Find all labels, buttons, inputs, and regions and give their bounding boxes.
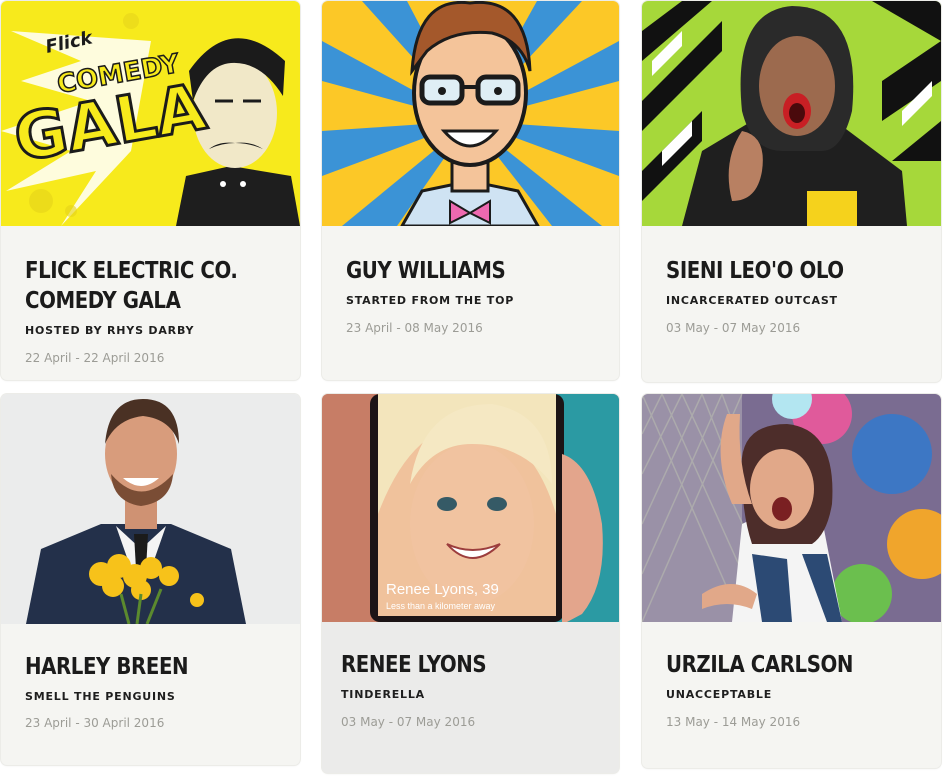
show-title: Flick Electric Co. Comedy Gala	[25, 256, 249, 316]
show-title-line-2: Comedy Gala	[25, 288, 181, 314]
show-info: Sieni Leo'o Olo Incarcerated Outcast 03 …	[666, 256, 927, 335]
show-dates: 22 April - 22 April 2016	[25, 351, 165, 365]
show-info: Urzila Carlson Unacceptable 13 May - 14 …	[666, 650, 927, 729]
show-subtitle: Tinderella	[341, 688, 425, 701]
show-dates: 03 May - 07 May 2016	[341, 715, 476, 729]
show-image-harley-breen	[1, 394, 300, 624]
show-dates: 13 May - 14 May 2016	[666, 715, 801, 729]
show-card-harley-breen[interactable]: Harley Breen Smell the Penguins 23 April…	[1, 394, 300, 765]
show-card-sieni-leoo-olo[interactable]: Sieni Leo'o Olo Incarcerated Outcast 03 …	[642, 1, 941, 382]
show-title-line-1: Flick Electric Co.	[25, 258, 238, 284]
show-info: Guy Williams Started from the top 23 Apr…	[346, 256, 605, 335]
show-card-urzila-carlson[interactable]: Urzila Carlson Unacceptable 13 May - 14 …	[642, 394, 941, 768]
show-subtitle: Incarcerated Outcast	[666, 294, 838, 307]
show-image-renee-lyons: Renee Lyons, 39 Less than a kilometer aw…	[322, 394, 619, 622]
show-subtitle: Smell the Penguins	[25, 690, 176, 703]
show-info: Renee Lyons Tinderella 03 May - 07 May 2…	[341, 650, 605, 729]
show-dates: 03 May - 07 May 2016	[666, 321, 801, 335]
show-info: Flick Electric Co. Comedy Gala Hosted by…	[25, 256, 286, 365]
show-title: Sieni Leo'o Olo	[666, 258, 844, 284]
phone-profile-distance: Less than a kilometer away	[386, 601, 496, 611]
show-title: Guy Williams	[346, 258, 506, 284]
show-image-guy-williams	[322, 1, 619, 226]
show-card-comedy-gala[interactable]: Flick COMEDY GALA Flick Electric Co. Com…	[1, 1, 300, 380]
show-dates: 23 April - 30 April 2016	[25, 716, 165, 730]
show-info: Harley Breen Smell the Penguins 23 April…	[25, 652, 286, 730]
show-subtitle: Hosted by Rhys Darby	[25, 324, 195, 337]
show-dates: 23 April - 08 May 2016	[346, 321, 483, 335]
show-subtitle: Started from the top	[346, 294, 515, 307]
show-title: Urzila Carlson	[666, 652, 854, 678]
show-card-guy-williams[interactable]: Guy Williams Started from the top 23 Apr…	[322, 1, 619, 380]
show-image-sieni-leoo-olo	[642, 1, 941, 226]
show-image-comedy-gala: Flick COMEDY GALA	[1, 1, 300, 226]
show-title: Renee Lyons	[341, 652, 487, 678]
show-image-urzila-carlson	[642, 394, 941, 622]
show-card-renee-lyons[interactable]: Renee Lyons, 39 Less than a kilometer aw…	[322, 394, 619, 773]
show-title: Harley Breen	[25, 654, 189, 680]
phone-profile-name: Renee Lyons, 39	[386, 581, 499, 598]
show-grid: Flick COMEDY GALA Flick Electric Co. Com…	[0, 0, 946, 778]
show-subtitle: Unacceptable	[666, 688, 773, 701]
